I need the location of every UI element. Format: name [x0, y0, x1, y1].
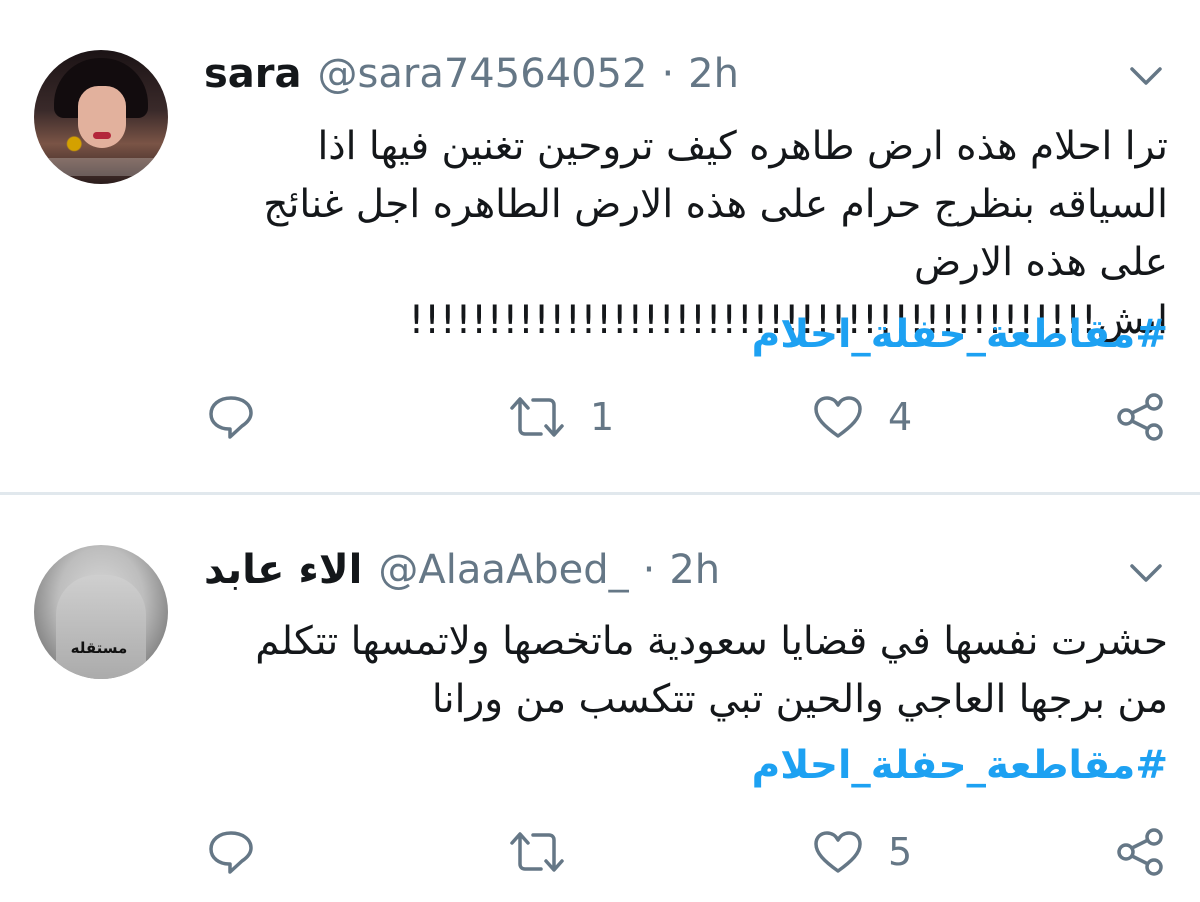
share-button[interactable] [1114, 827, 1166, 877]
tweet[interactable]: مستقله الاء عابد @AlaaAbed_ · 2h حشرت نف… [0, 495, 1200, 902]
chevron-down-icon[interactable] [1128, 64, 1164, 88]
reply-icon [206, 392, 256, 442]
separator-dot: · [661, 51, 675, 97]
like-count: 4 [888, 395, 913, 439]
tweet-text: حشرت نفسها في قضايا سعودية ماتخصها ولاتم… [200, 613, 1168, 729]
heart-icon [812, 394, 864, 440]
tweet-header: الاء عابد @AlaaAbed_ · 2h [204, 542, 720, 598]
chevron-down-icon[interactable] [1128, 561, 1164, 585]
retweet-icon [508, 394, 566, 440]
tweet-text-line: السياقه بنظرج حرام على هذه الارض الطاهره… [263, 182, 1168, 227]
avatar-caption-strip [42, 158, 160, 176]
avatar[interactable] [34, 50, 168, 184]
tweet-text-line: ترا احلام هذه ارض طاهره كيف تروحين تغنين… [317, 124, 1168, 169]
avatar[interactable]: مستقله [34, 545, 168, 679]
like-button[interactable]: 4 [812, 394, 912, 440]
tweet-text-line: حشرت نفسها في قضايا سعودية ماتخصها ولاتم… [255, 619, 1168, 664]
hashtag-link[interactable]: #مقاطعة_حفلة_احلام [700, 737, 1168, 795]
heart-icon [812, 829, 864, 875]
like-button[interactable]: 5 [812, 829, 912, 875]
like-count: 5 [888, 830, 913, 874]
share-icon [1114, 827, 1166, 877]
separator-dot: · [642, 547, 656, 593]
retweet-icon [508, 829, 566, 875]
share-icon [1114, 392, 1166, 442]
display-name[interactable]: sara [204, 51, 302, 97]
avatar-tattoo-text: مستقله [70, 639, 128, 657]
retweet-button[interactable]: 1 [508, 394, 614, 440]
retweet-count: 1 [590, 395, 615, 439]
timestamp[interactable]: 2h [669, 547, 720, 593]
tweet-text-line: من برجها العاجي والحين تبي تتكسب من وران… [431, 677, 1168, 722]
avatar-lips [93, 132, 111, 139]
share-button[interactable] [1114, 392, 1166, 442]
timestamp[interactable]: 2h [688, 51, 739, 97]
avatar-arm [56, 575, 146, 679]
reply-button[interactable] [206, 827, 256, 877]
user-handle[interactable]: @sara74564052 [318, 51, 648, 97]
hashtag-link[interactable]: #مقاطعة_حفلة_احلام [700, 306, 1168, 364]
display-name[interactable]: الاء عابد [204, 547, 362, 593]
tweet[interactable]: sara @sara74564052 · 2h ترا احلام هذه ار… [0, 0, 1200, 492]
reply-button[interactable] [206, 392, 256, 442]
retweet-button[interactable] [508, 829, 566, 875]
tweet-header: sara @sara74564052 · 2h [204, 46, 739, 102]
user-handle[interactable]: @AlaaAbed_ [378, 547, 628, 593]
reply-icon [206, 827, 256, 877]
